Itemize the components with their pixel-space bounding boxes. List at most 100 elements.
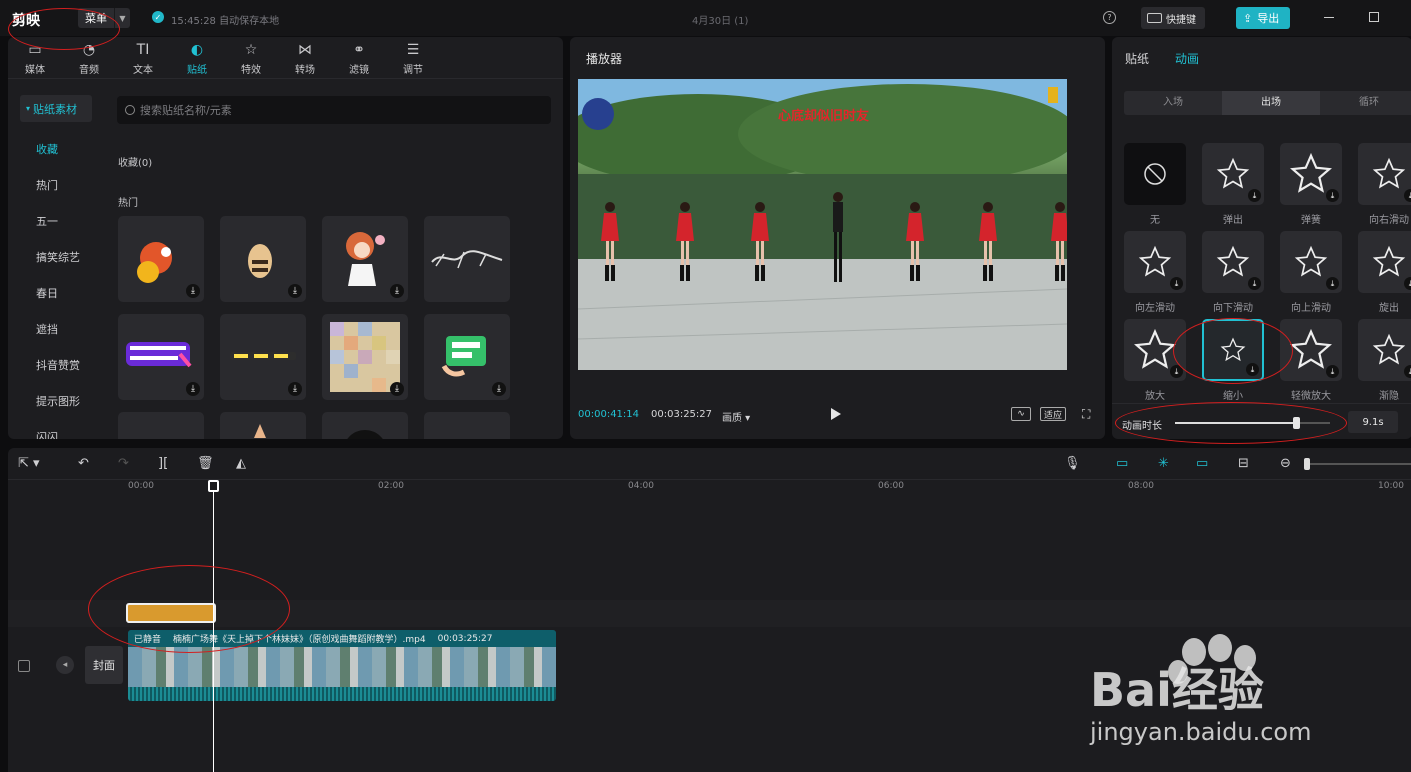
sticker-search-input[interactable]: 搜索贴纸名称/元素	[117, 96, 551, 124]
tool-adjust[interactable]: ☰ 调节	[386, 37, 440, 79]
sticker-tile[interactable]: ⤓	[118, 314, 204, 400]
sidebar-item[interactable]: 搞笑综艺	[36, 249, 80, 265]
sticker-tile[interactable]: ⤓	[424, 314, 510, 400]
cover-button[interactable]: 封面	[85, 646, 123, 684]
quality-dropdown[interactable]: 画质 ▾	[722, 409, 750, 424]
animation-option[interactable]: ⤓	[1280, 143, 1342, 205]
download-icon[interactable]: ⤓	[1170, 277, 1183, 290]
tab-loop[interactable]: 循环	[1320, 91, 1411, 115]
sidebar-item[interactable]: 热门	[36, 177, 58, 193]
align-icon[interactable]: ⊟	[1238, 456, 1249, 472]
microphone-icon[interactable]: 🎙	[1064, 456, 1081, 472]
sidebar-item[interactable]: 闪闪	[36, 429, 58, 439]
download-icon[interactable]: ⤓	[288, 382, 302, 396]
download-icon[interactable]: ⤓	[1248, 189, 1261, 202]
ruler-tick: 02:00	[378, 481, 404, 491]
download-icon[interactable]: ⤓	[186, 284, 200, 298]
split-icon[interactable]: ][	[158, 456, 168, 472]
undo-icon[interactable]: ↶	[78, 456, 89, 472]
fullscreen-icon[interactable]: ⛶	[1082, 407, 1090, 422]
tool-transition[interactable]: ⋈ 转场	[278, 37, 332, 79]
tab-animation[interactable]: 动画	[1175, 50, 1199, 67]
download-icon[interactable]: ⤓	[492, 382, 506, 396]
playhead-handle[interactable]	[208, 480, 219, 492]
download-icon[interactable]: ⤓	[1404, 189, 1411, 202]
sticker-tile[interactable]	[424, 216, 510, 302]
download-icon[interactable]: ⤓	[1326, 189, 1339, 202]
sticker-tile[interactable]: ⤓	[322, 216, 408, 302]
tool-filter[interactable]: ⚭ 滤镜	[332, 37, 386, 79]
waveform-icon[interactable]: ∿	[1011, 407, 1031, 421]
animation-option[interactable]	[1124, 143, 1186, 205]
sticker-tile[interactable]	[118, 412, 204, 439]
duration-value[interactable]: 9.1s	[1348, 411, 1398, 433]
download-icon[interactable]: ⤓	[1326, 277, 1339, 290]
tab-sticker[interactable]: 贴纸	[1125, 50, 1149, 67]
tool-effects[interactable]: ☆ 特效	[224, 37, 278, 79]
animation-option[interactable]: ⤓	[1280, 231, 1342, 293]
download-icon[interactable]: ⤓	[186, 382, 200, 396]
player-panel: 播放器 心底却似旧时友 00:00:41:14 00:03:25:27 画质 ▾…	[570, 37, 1105, 439]
animation-option[interactable]: ⤓	[1358, 143, 1411, 205]
shortcut-button[interactable]: 快捷键	[1141, 7, 1205, 29]
mirror-icon[interactable]: ◭	[236, 456, 246, 472]
sidebar-item[interactable]: 春日	[36, 285, 58, 301]
tab-out[interactable]: 出场	[1222, 91, 1320, 115]
sticker-tile[interactable]: ⤓	[322, 314, 408, 400]
minimize-icon[interactable]	[1324, 17, 1334, 18]
download-icon[interactable]: ⤓	[1248, 277, 1261, 290]
animation-option[interactable]: ⤓	[1124, 231, 1186, 293]
tab-in[interactable]: 入场	[1124, 91, 1222, 115]
animation-option[interactable]: ⤓	[1358, 319, 1411, 381]
download-icon[interactable]: ⤓	[1404, 277, 1411, 290]
tool-text[interactable]: TI 文本	[116, 37, 170, 79]
sidebar-item[interactable]: 抖音赞赏	[36, 357, 80, 373]
export-button[interactable]: ⇪ 导出	[1236, 7, 1290, 29]
link-icon[interactable]: ✳	[1158, 456, 1169, 472]
sidebar-item[interactable]: 五一	[36, 213, 58, 229]
download-icon[interactable]: ⤓	[288, 284, 302, 298]
sticker-tile[interactable]	[220, 412, 306, 439]
sticker-tile[interactable]: ⤓	[220, 314, 306, 400]
transition-icon: ⋈	[298, 41, 312, 58]
sidebar-item[interactable]: 遮挡	[36, 321, 58, 337]
tool-label: 滤镜	[349, 64, 369, 76]
sidebar-item[interactable]: 提示图形	[36, 393, 80, 409]
ruler-tick: 04:00	[628, 481, 654, 491]
select-cursor-icon[interactable]: ⇱ ▾	[18, 456, 40, 472]
keyboard-icon	[1147, 13, 1162, 23]
tool-sticker[interactable]: ◐ 贴纸	[170, 37, 224, 79]
animation-option[interactable]: ⤓	[1202, 143, 1264, 205]
sticker-category[interactable]: ▾ 贴纸素材	[20, 95, 92, 122]
sticker-tile[interactable]	[424, 412, 510, 439]
hot-label: 热门	[118, 198, 138, 209]
animation-option[interactable]: ⤓	[1202, 231, 1264, 293]
download-icon[interactable]: ⤓	[390, 382, 404, 396]
export-label: 导出	[1257, 12, 1280, 25]
play-icon[interactable]	[831, 408, 841, 420]
download-icon[interactable]: ⤓	[1326, 365, 1339, 378]
tool-label: 文本	[133, 64, 153, 76]
star-icon	[1138, 245, 1172, 277]
mute-icon[interactable]: ◂	[56, 656, 74, 674]
sidebar-item[interactable]: 收藏	[36, 141, 58, 157]
maximize-icon[interactable]	[1369, 12, 1379, 22]
preview-axis-icon[interactable]: ▭	[1196, 456, 1208, 472]
sticker-tile[interactable]: ⤓	[118, 216, 204, 302]
snap-icon[interactable]: ▭	[1116, 456, 1128, 472]
help-icon[interactable]: ?	[1103, 11, 1116, 24]
zoom-slider[interactable]	[1304, 458, 1411, 470]
zoom-thumb[interactable]	[1304, 458, 1310, 470]
redo-icon[interactable]: ↷	[118, 456, 129, 472]
tool-label: 媒体	[25, 64, 45, 76]
sticker-tile[interactable]	[322, 412, 408, 439]
video-preview[interactable]: 心底却似旧时友	[578, 79, 1067, 370]
download-icon[interactable]: ⤓	[1404, 365, 1411, 378]
delete-icon[interactable]: 🗑	[197, 456, 214, 472]
fit-button[interactable]: 适应	[1040, 407, 1066, 421]
zoom-out-icon[interactable]: ⊖	[1280, 456, 1291, 472]
animation-option[interactable]: ⤓	[1358, 231, 1411, 293]
download-icon[interactable]: ⤓	[390, 284, 404, 298]
animation-label: 无	[1150, 215, 1160, 226]
sticker-tile[interactable]: ⤓	[220, 216, 306, 302]
